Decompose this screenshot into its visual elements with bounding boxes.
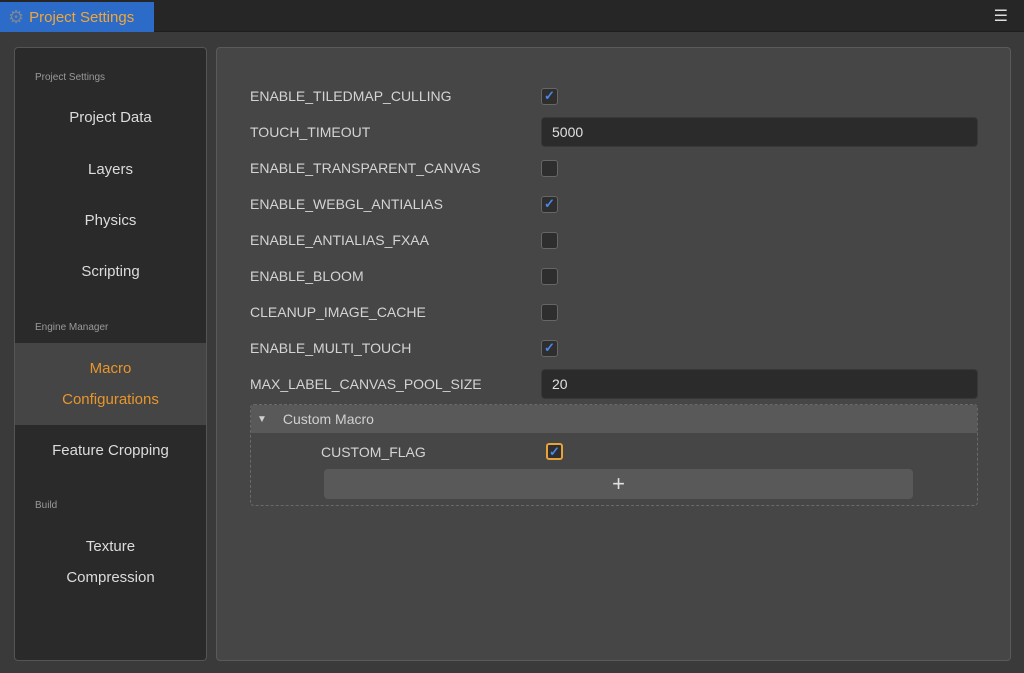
macro-checkbox[interactable]: ✓ (541, 87, 558, 105)
sidebar-item-project-data[interactable]: Project Data (15, 102, 206, 133)
sidebar: Project Settings Project Data Layers Phy… (14, 47, 207, 661)
tab-project-settings[interactable]: ⚙ Project Settings (0, 2, 154, 32)
macro-label: TOUCH_TIMEOUT (250, 124, 371, 140)
macro-row: TOUCH_TIMEOUT 5000 (250, 117, 978, 147)
section-project-settings: Project Settings (35, 72, 106, 83)
tab-bar: ⚙ Project Settings ☰ (0, 0, 1024, 32)
macro-label: ENABLE_TRANSPARENT_CANVAS (250, 160, 481, 176)
gear-icon: ⚙ (8, 6, 25, 27)
macro-row: ENABLE_TILEDMAP_CULLING ✓ (250, 81, 978, 111)
sidebar-item-scripting[interactable]: Scripting (15, 256, 206, 287)
sidebar-item-texture-compression[interactable]: Texture Compression (15, 531, 206, 593)
macro-label: ENABLE_MULTI_TOUCH (250, 340, 412, 356)
add-macro-button[interactable]: + (324, 469, 913, 499)
macro-checkbox[interactable] (541, 159, 558, 177)
macro-row: ENABLE_BLOOM (250, 261, 978, 291)
macro-panel: ENABLE_TILEDMAP_CULLING ✓ TOUCH_TIMEOUT 500… (216, 47, 1011, 661)
macro-label: ENABLE_BLOOM (250, 268, 364, 284)
caret-down-icon[interactable]: ▼ (257, 414, 267, 425)
macro-label: CLEANUP_IMAGE_CACHE (250, 304, 426, 320)
macro-label: ENABLE_ANTIALIAS_FXAA (250, 232, 429, 248)
custom-macro-header[interactable]: ▼ Custom Macro (251, 405, 977, 433)
custom-flag-row: CUSTOM_FLAG ✓ (321, 443, 721, 460)
custom-flag-checkbox[interactable]: ✓ (546, 443, 563, 460)
custom-macro-title: Custom Macro (282, 411, 374, 427)
macro-checkbox[interactable] (541, 267, 558, 285)
sidebar-item-layers[interactable]: Layers (15, 154, 206, 185)
macro-checkbox[interactable] (541, 303, 558, 321)
sidebar-item-feature-cropping[interactable]: Feature Cropping (15, 435, 206, 466)
macro-input[interactable]: 20 (541, 369, 978, 399)
macro-row: CLEANUP_IMAGE_CACHE (250, 297, 978, 327)
macro-checkbox[interactable] (541, 231, 558, 249)
macro-label: MAX_LABEL_CANVAS_POOL_SIZE (250, 376, 482, 392)
macro-input[interactable]: 5000 (541, 117, 978, 147)
custom-flag-label: CUSTOM_FLAG (321, 443, 426, 460)
custom-macro-group: ▼ Custom Macro CUSTOM_FLAG ✓ + (250, 404, 978, 506)
macro-row: MAX_LABEL_CANVAS_POOL_SIZE 20 (250, 369, 978, 399)
sidebar-item-macro-configurations[interactable]: Macro Configurations (15, 343, 206, 425)
macro-row: ENABLE_TRANSPARENT_CANVAS (250, 153, 978, 183)
macro-checkbox[interactable]: ✓ (541, 195, 558, 213)
sidebar-item-physics[interactable]: Physics (15, 205, 206, 236)
macro-row: ENABLE_ANTIALIAS_FXAA (250, 225, 978, 255)
macro-row: ENABLE_WEBGL_ANTIALIAS ✓ (250, 189, 978, 219)
section-build: Build (35, 500, 58, 511)
macro-checkbox[interactable]: ✓ (541, 339, 558, 357)
macro-label: ENABLE_TILEDMAP_CULLING (250, 88, 452, 104)
tab-title: Project Settings (29, 8, 135, 26)
section-engine-manager: Engine Manager (35, 322, 109, 333)
macro-row: ENABLE_MULTI_TOUCH ✓ (250, 333, 978, 363)
menu-icon[interactable]: ☰ (994, 6, 1008, 26)
macro-label: ENABLE_WEBGL_ANTIALIAS (250, 196, 443, 212)
